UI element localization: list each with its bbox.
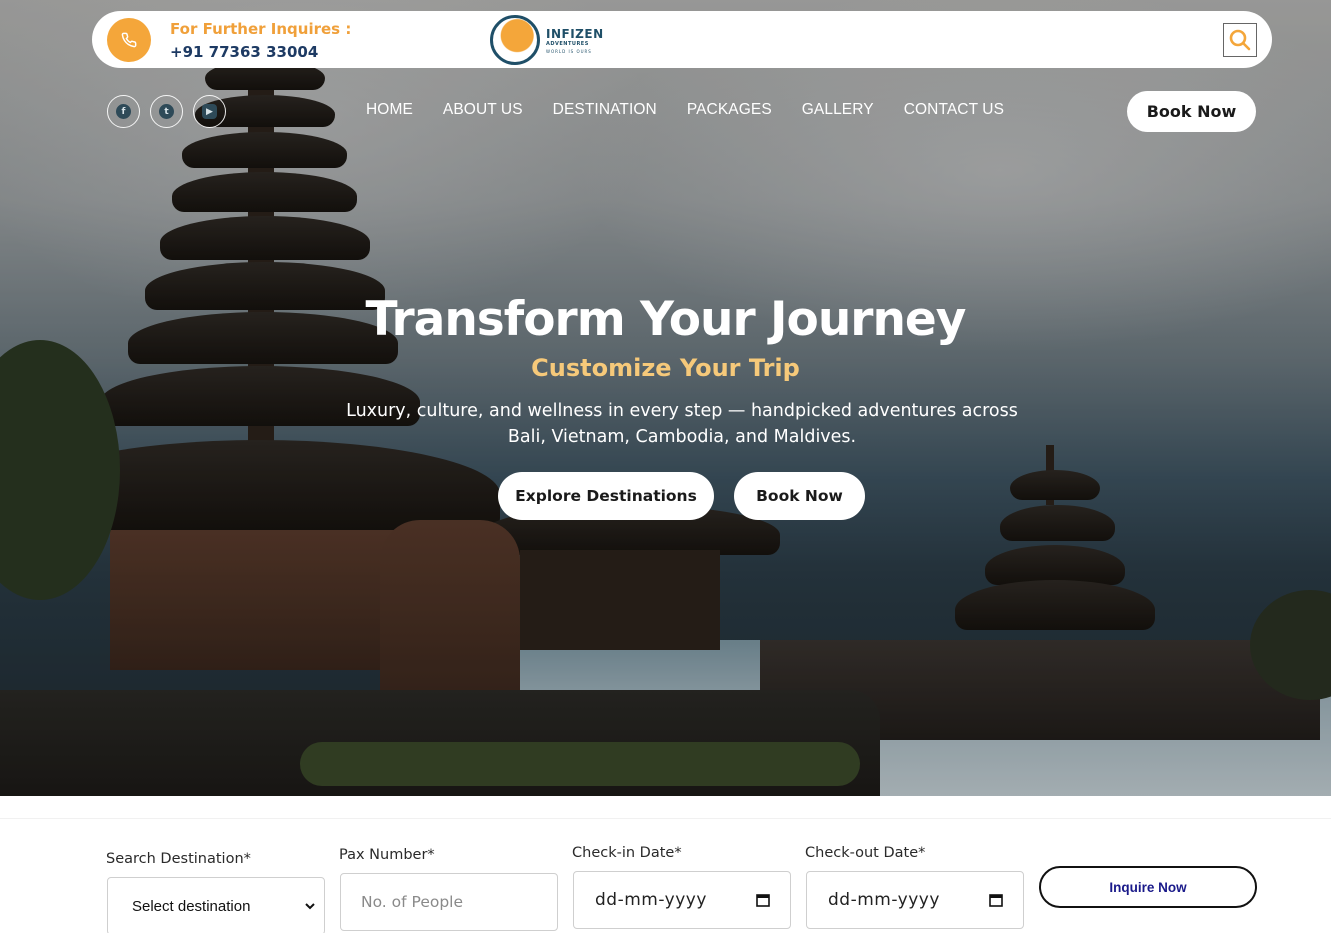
nav-gallery[interactable]: GALLERY — [802, 101, 874, 119]
calendar-icon[interactable] — [989, 893, 1003, 907]
checkout-label: Check-out Date* — [805, 845, 926, 861]
checkin-date-input[interactable]: dd-mm-yyyy — [573, 871, 791, 929]
logo-tagline: WORLD IS OURS — [546, 49, 592, 54]
calendar-icon[interactable] — [756, 893, 770, 907]
top-contact-bar: For Further Inquires : +91 77363 33004 I… — [92, 11, 1272, 68]
twitter-link[interactable]: t — [150, 95, 183, 128]
phone-number[interactable]: +91 77363 33004 — [170, 43, 318, 61]
youtube-icon: ▶ — [202, 104, 217, 119]
destination-selected-value: Select destination — [132, 897, 251, 915]
inquire-now-button[interactable]: Inquire Now — [1039, 866, 1257, 908]
checkin-date-value: dd-mm-yyyy — [595, 890, 707, 910]
nav-contact-us[interactable]: CONTACT US — [904, 101, 1004, 119]
nav-home[interactable]: HOME — [366, 101, 413, 119]
inquiry-label: For Further Inquires : — [170, 20, 352, 38]
nav-destination[interactable]: DESTINATION — [553, 101, 657, 119]
nav-book-now-button[interactable]: Book Now — [1127, 91, 1256, 132]
nav-about-us[interactable]: ABOUT US — [443, 101, 523, 119]
checkout-date-input[interactable]: dd-mm-yyyy — [806, 871, 1024, 929]
hero-subtitle: Customize Your Trip — [531, 354, 800, 382]
pax-input[interactable]: No. of People — [340, 873, 558, 931]
search-icon — [1229, 29, 1251, 51]
facebook-link[interactable]: f — [107, 95, 140, 128]
logo-mark-icon — [490, 15, 540, 65]
main-nav: HOME ABOUT US DESTINATION PACKAGES GALLE… — [366, 101, 1004, 119]
logo-name: INFIZEN — [546, 27, 604, 41]
explore-destinations-button[interactable]: Explore Destinations — [498, 472, 714, 520]
phone-icon[interactable] — [107, 18, 151, 62]
pax-label: Pax Number* — [339, 847, 435, 863]
inquiry-form: Search Destination* Select destination P… — [0, 796, 1331, 933]
destination-select[interactable]: Select destination — [107, 877, 325, 933]
checkin-label: Check-in Date* — [572, 845, 682, 861]
youtube-link[interactable]: ▶ — [193, 95, 226, 128]
search-button[interactable] — [1223, 23, 1257, 57]
social-links: f t ▶ — [107, 95, 226, 128]
chevron-down-icon — [305, 903, 315, 910]
hero-book-now-button[interactable]: Book Now — [734, 472, 865, 520]
hero-title: Transform Your Journey — [365, 292, 967, 347]
pax-placeholder: No. of People — [361, 893, 464, 911]
checkout-date-value: dd-mm-yyyy — [828, 890, 940, 910]
destination-label: Search Destination* — [106, 851, 251, 867]
twitter-icon: t — [159, 104, 174, 119]
brand-logo[interactable]: INFIZEN ADVENTURES WORLD IS OURS — [488, 13, 608, 65]
logo-subname: ADVENTURES — [546, 41, 589, 47]
hero-description: Luxury, culture, and wellness in every s… — [346, 401, 1018, 447]
nav-packages[interactable]: PACKAGES — [687, 101, 772, 119]
facebook-icon: f — [116, 104, 131, 119]
